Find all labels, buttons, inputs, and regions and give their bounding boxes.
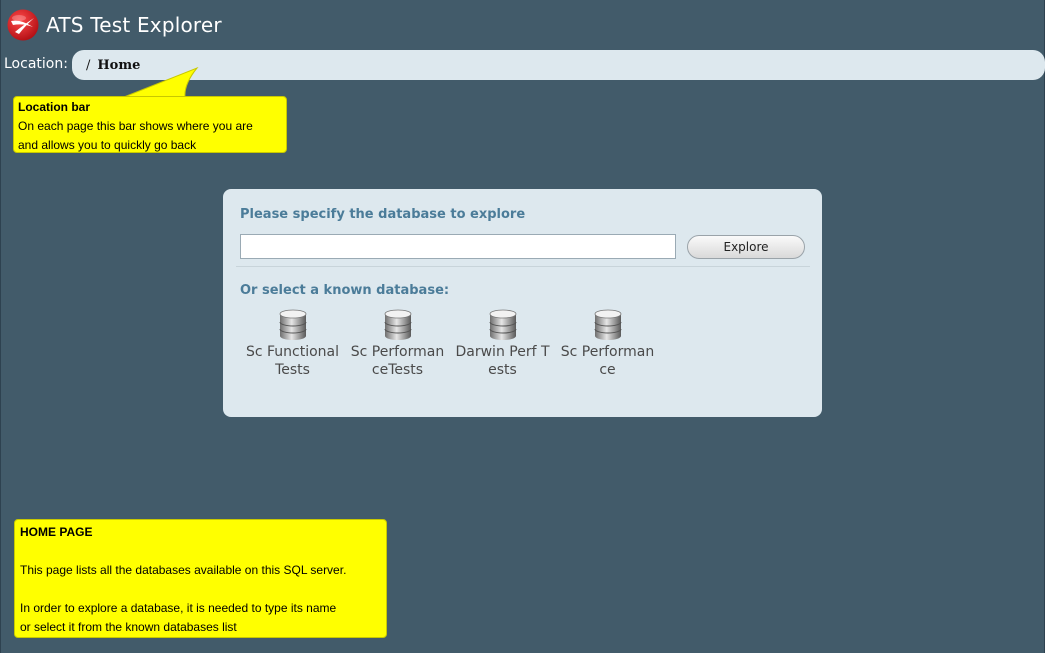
callout-text: In order to explore a database, it is ne… [20, 601, 337, 615]
location-bar: / Home [72, 50, 1045, 80]
callout-text: This page lists all the databases availa… [20, 563, 347, 577]
database-item[interactable]: Sc Performance [555, 309, 660, 379]
database-label: Sc Performance [560, 344, 655, 378]
database-icon [279, 309, 306, 340]
known-database-heading: Or select a known database: [240, 283, 450, 298]
database-label: Sc PerformanceTests [350, 344, 445, 378]
database-icon [594, 309, 621, 340]
explore-button[interactable]: Explore [687, 235, 805, 259]
database-item[interactable]: Sc PerformanceTests [345, 309, 450, 379]
ats-logo-icon [7, 9, 39, 41]
specify-database-heading: Please specify the database to explore [240, 207, 526, 222]
database-label: Darwin Perf Tests [455, 344, 550, 378]
location-bar-callout: Location bar On each page this bar shows… [13, 96, 287, 153]
app-header: ATS Test Explorer [7, 9, 222, 41]
breadcrumb-home[interactable]: Home [97, 58, 140, 73]
callout-text: On each page this bar shows where you ar… [18, 119, 253, 133]
callout-title: Location bar [18, 100, 91, 114]
database-item[interactable]: Darwin Perf Tests [450, 309, 555, 379]
location-label: Location: [4, 56, 68, 72]
home-page-callout: HOME PAGE This page lists all the databa… [14, 519, 387, 638]
database-label: Sc Functional Tests [245, 344, 340, 378]
app-window: ATS Test Explorer Location: / Home Locat… [0, 0, 1045, 653]
database-icon [489, 309, 516, 340]
callout-title: HOME PAGE [20, 525, 93, 539]
known-database-list: Sc Functional Tests Sc PerformanceTests [240, 309, 660, 379]
panel-divider [236, 266, 810, 267]
callout-text: or select it from the known databases li… [20, 620, 237, 634]
database-panel: Please specify the database to explore E… [223, 189, 822, 417]
location-row: Location: / Home [1, 50, 1045, 80]
callout-text: and allows you to quickly go back [18, 138, 197, 152]
database-item[interactable]: Sc Functional Tests [240, 309, 345, 379]
database-name-input[interactable] [240, 234, 676, 259]
app-title: ATS Test Explorer [46, 13, 222, 37]
breadcrumb-separator: / [86, 57, 91, 73]
database-icon [384, 309, 411, 340]
